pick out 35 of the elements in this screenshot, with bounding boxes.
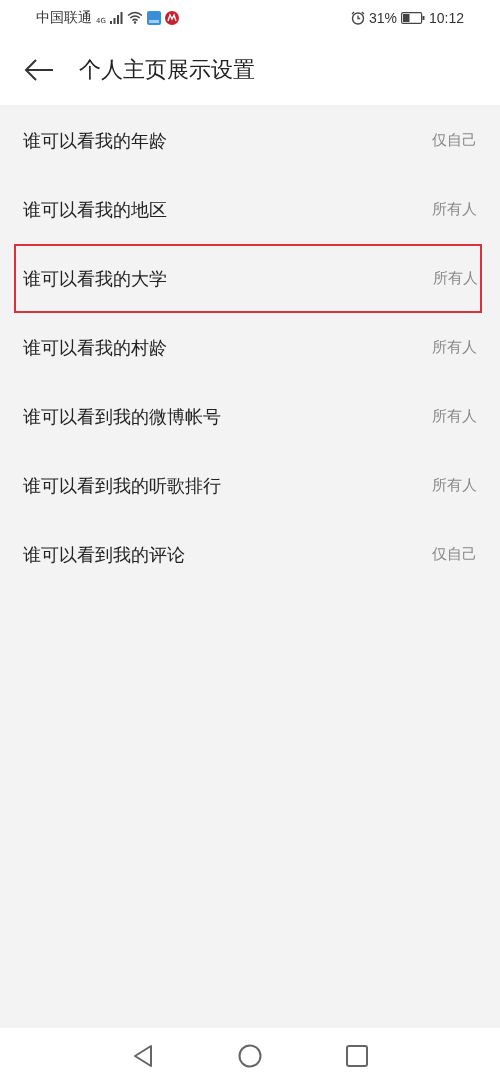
setting-label: 谁可以看我的村龄	[23, 335, 167, 360]
setting-value: 所有人	[433, 269, 478, 288]
setting-value: 仅自己	[432, 131, 477, 150]
alarm-icon	[350, 10, 365, 25]
setting-label: 谁可以看我的大学	[23, 266, 167, 291]
setting-label: 谁可以看到我的评论	[23, 542, 185, 567]
setting-row[interactable]: 谁可以看到我的听歌排行 所有人	[0, 451, 500, 520]
setting-row[interactable]: 谁可以看我的大学 所有人	[14, 244, 482, 313]
setting-value: 所有人	[432, 476, 477, 495]
setting-row[interactable]: 谁可以看我的地区 所有人	[0, 175, 500, 244]
app-icon	[146, 10, 161, 25]
back-arrow-icon[interactable]	[24, 59, 54, 81]
carrier-name: 中国联通	[36, 8, 92, 27]
app-icon	[164, 10, 179, 25]
setting-row[interactable]: 谁可以看到我的微博帐号 所有人	[0, 382, 500, 451]
setting-label: 谁可以看我的地区	[23, 197, 167, 222]
setting-value: 所有人	[432, 407, 477, 426]
home-nav-icon[interactable]	[238, 1043, 262, 1068]
setting-value: 所有人	[432, 338, 477, 357]
setting-value: 仅自己	[432, 545, 477, 564]
signal-icon	[109, 11, 123, 24]
battery-percent: 31%	[368, 9, 397, 26]
page-title: 个人主页展示设置	[79, 56, 255, 84]
setting-row[interactable]: 谁可以看我的村龄 所有人	[0, 313, 500, 382]
setting-row[interactable]: 谁可以看到我的评论 仅自己	[0, 520, 500, 589]
recents-nav-icon[interactable]	[346, 1044, 368, 1067]
wifi-icon	[126, 11, 143, 24]
setting-label: 谁可以看我的年龄	[23, 128, 167, 153]
setting-row[interactable]: 谁可以看我的年龄 仅自己	[0, 106, 500, 175]
setting-label: 谁可以看到我的听歌排行	[23, 473, 221, 498]
setting-label: 谁可以看到我的微博帐号	[23, 404, 221, 429]
clock-time: 10:12	[428, 9, 464, 26]
back-nav-icon[interactable]	[132, 1043, 154, 1068]
setting-value: 所有人	[432, 200, 477, 219]
battery-icon	[400, 11, 425, 24]
